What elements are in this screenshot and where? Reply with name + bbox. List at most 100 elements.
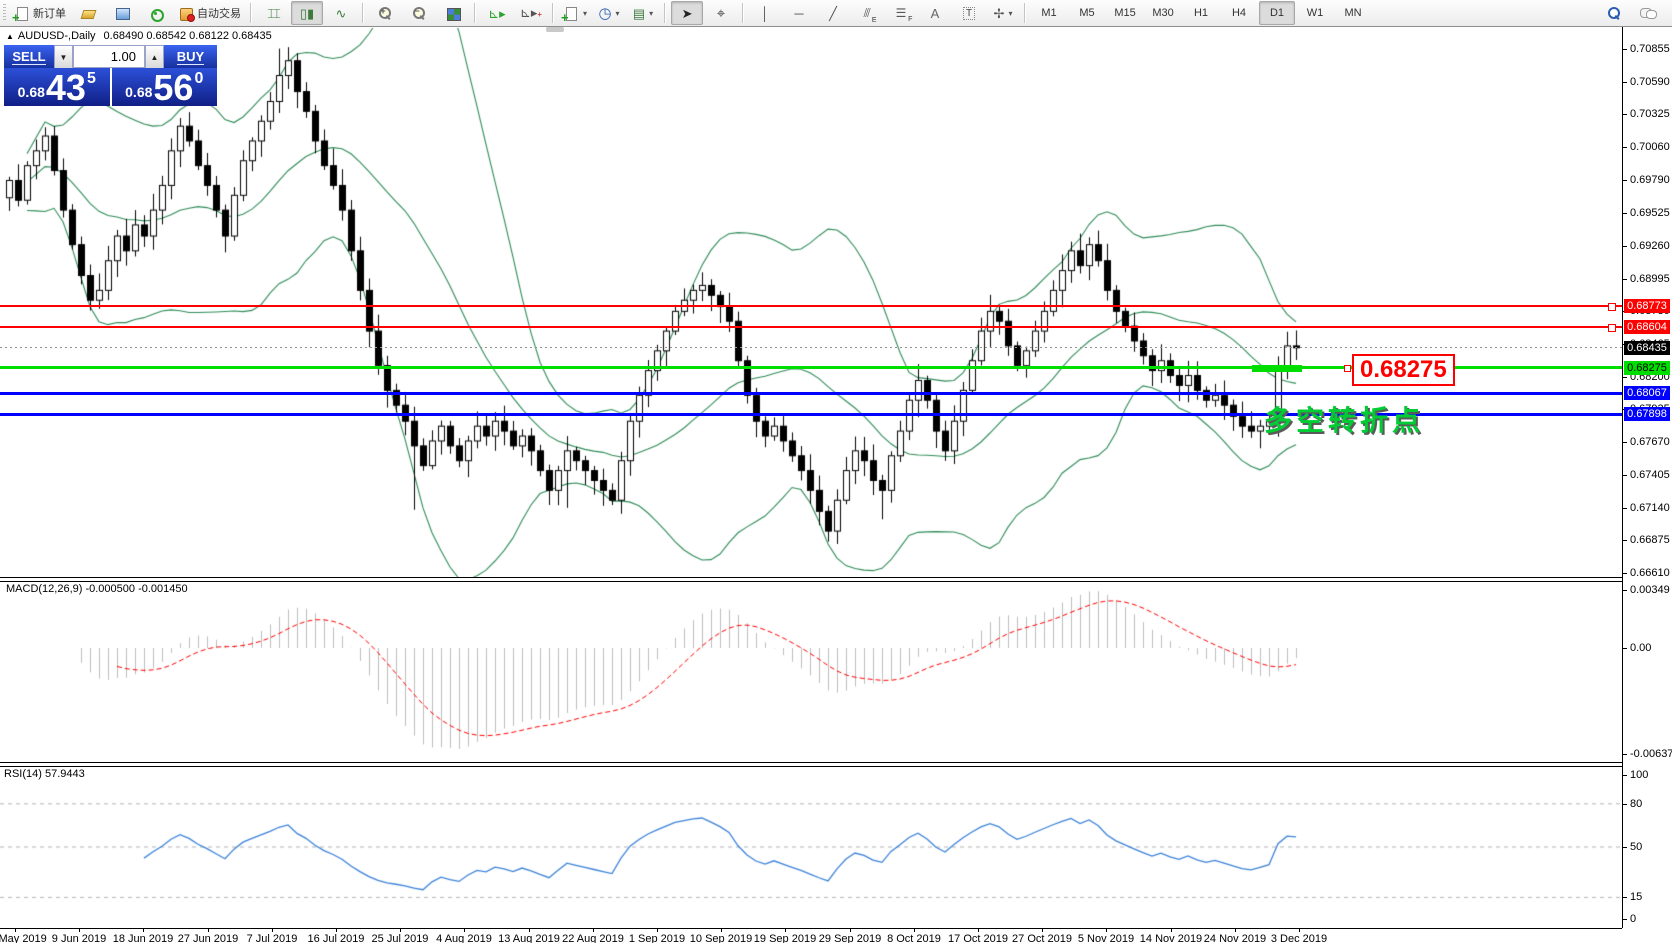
chart-shift-button[interactable]: ⊾▸+ (515, 1, 547, 25)
label-tool-button[interactable]: T (953, 1, 985, 25)
chart-title: ▲AUDUSD-,Daily0.68490 0.68542 0.68122 0.… (6, 30, 272, 42)
chart-shift-icon: ⊾▸+ (520, 6, 542, 21)
turning-point-note[interactable]: 多空转折点 (1264, 399, 1424, 439)
fibonacci-icon: ☰F (896, 6, 907, 20)
timeframe-M15[interactable]: M15 (1107, 1, 1143, 25)
sell-price-display[interactable]: 0.68435 (4, 68, 110, 106)
periods-button[interactable]: ◷▾ (593, 1, 625, 25)
date-tick-mark (785, 928, 786, 932)
rsi-tick-mark (1622, 847, 1627, 848)
date-tick-label: 3 Dec 2019 (1261, 933, 1337, 943)
window-splitter[interactable] (546, 27, 564, 32)
timeframe-H4[interactable]: H4 (1221, 1, 1257, 25)
cursor-button[interactable]: ➤ (671, 1, 703, 25)
bar-chart-button[interactable]: ⌶⌶ (257, 1, 289, 25)
trendline-icon: ╱ (829, 7, 837, 20)
timeframe-H1[interactable]: H1 (1183, 1, 1219, 25)
level-line-0.68067[interactable] (0, 392, 1622, 395)
chart-symbol-period: AUDUSD-,Daily (18, 30, 96, 42)
shapes-button[interactable]: ✢▾ (987, 1, 1019, 25)
callout-anchor[interactable] (1344, 365, 1351, 372)
date-tick-mark (208, 928, 209, 932)
signals-button[interactable] (140, 1, 172, 25)
level-line-0.68435[interactable] (0, 347, 1622, 348)
trendline-button[interactable]: ╱ (817, 1, 849, 25)
buy-button[interactable]: BUY (164, 45, 217, 68)
fibonacci-button[interactable]: ☰F (885, 1, 917, 25)
sell-button[interactable]: SELL (4, 45, 54, 68)
toolbar-separator (1024, 3, 1026, 23)
zoom-out-button[interactable]: − (403, 1, 435, 25)
chart-canvas[interactable] (0, 27, 1672, 943)
price-tick-label: 0.67405 (1630, 469, 1670, 481)
date-tick-mark (79, 928, 80, 932)
price-tick-label: 0.70060 (1630, 141, 1670, 153)
community-chat-button[interactable] (1632, 1, 1664, 25)
timeframe-M1[interactable]: M1 (1031, 1, 1067, 25)
level-price-label-0.68773: 0.68773 (1624, 299, 1670, 313)
search-button[interactable] (1598, 1, 1630, 25)
timeframe-W1[interactable]: W1 (1297, 1, 1333, 25)
highlight-segment[interactable] (1252, 365, 1302, 372)
date-tick-mark (400, 928, 401, 932)
date-tick-mark (721, 928, 722, 932)
candlestick-chart-button[interactable]: ▯▮ (291, 1, 323, 25)
timeframe-D1[interactable]: D1 (1259, 1, 1295, 25)
label-icon: T (963, 7, 975, 20)
text-tool-button[interactable]: A (919, 1, 951, 25)
macd-panel-splitter[interactable] (0, 577, 1622, 582)
timeframe-M30[interactable]: M30 (1145, 1, 1181, 25)
timeframe-MN[interactable]: MN (1335, 1, 1371, 25)
price-callout-label[interactable]: 0.68275 (1352, 354, 1455, 386)
line-handle[interactable] (1608, 303, 1616, 311)
bar-chart-icon: ⌶⌶ (267, 7, 279, 20)
vertical-line-button[interactable]: │ (749, 1, 781, 25)
price-tick-label: 0.66875 (1630, 534, 1670, 546)
buy-price-sup: 0 (194, 70, 203, 88)
auto-scroll-button[interactable]: ⊾▸ (481, 1, 513, 25)
rsi-panel-splitter[interactable] (0, 762, 1622, 767)
chat-icon (1640, 7, 1656, 20)
price-tick-label: 0.66610 (1630, 567, 1670, 579)
date-tick-mark (657, 928, 658, 932)
date-tick-mark (1106, 928, 1107, 932)
price-tick-mark (1622, 180, 1627, 181)
date-tick-mark (1299, 928, 1300, 932)
level-line-0.68773[interactable] (0, 305, 1622, 307)
tile-windows-button[interactable] (437, 1, 469, 25)
toolbar-separator (250, 3, 252, 23)
text-icon: A (931, 7, 940, 20)
templates-button[interactable]: ▤▾ (627, 1, 659, 25)
volume-input[interactable] (73, 45, 145, 68)
toolbar-separator (362, 3, 364, 23)
rsi-tick-mark (1622, 919, 1627, 920)
line-chart-icon: ∿ (336, 7, 347, 20)
toolbar-separator (474, 3, 476, 23)
crosshair-button[interactable]: ⌖ (705, 1, 737, 25)
indicators-button[interactable]: +▾ (559, 1, 591, 25)
clock-icon: ◷ (598, 7, 611, 20)
zoom-in-button[interactable]: + (369, 1, 401, 25)
rsi-tick-label: 100 (1630, 769, 1648, 781)
buy-price-display[interactable]: 0.68560 (112, 68, 218, 106)
line-chart-button[interactable]: ∿ (325, 1, 357, 25)
new-order-button[interactable]: + 新订单 (10, 1, 70, 25)
channel-button[interactable]: ⫻E (851, 1, 883, 25)
indicators-icon: + (563, 6, 579, 21)
timeframe-M5[interactable]: M5 (1069, 1, 1105, 25)
macd-tick-label: -0.00637 (1630, 748, 1672, 760)
price-tick-mark (1622, 147, 1627, 148)
price-tick-mark (1622, 540, 1627, 541)
line-handle[interactable] (1608, 324, 1616, 332)
toolbar-grip (3, 4, 6, 22)
auto-trading-button[interactable]: 自动交易 (174, 1, 245, 25)
date-tick-mark (15, 928, 16, 932)
level-line-0.68604[interactable] (0, 326, 1622, 328)
zoom-in-icon: + (378, 6, 392, 20)
horizontal-line-button[interactable]: ─ (783, 1, 815, 25)
collapse-triangle-icon[interactable]: ▲ (6, 32, 14, 41)
market-depth-button[interactable] (106, 1, 138, 25)
metaeditor-button[interactable] (72, 1, 104, 25)
level-price-label-0.68275: 0.68275 (1624, 361, 1670, 375)
signals-icon (148, 6, 164, 21)
